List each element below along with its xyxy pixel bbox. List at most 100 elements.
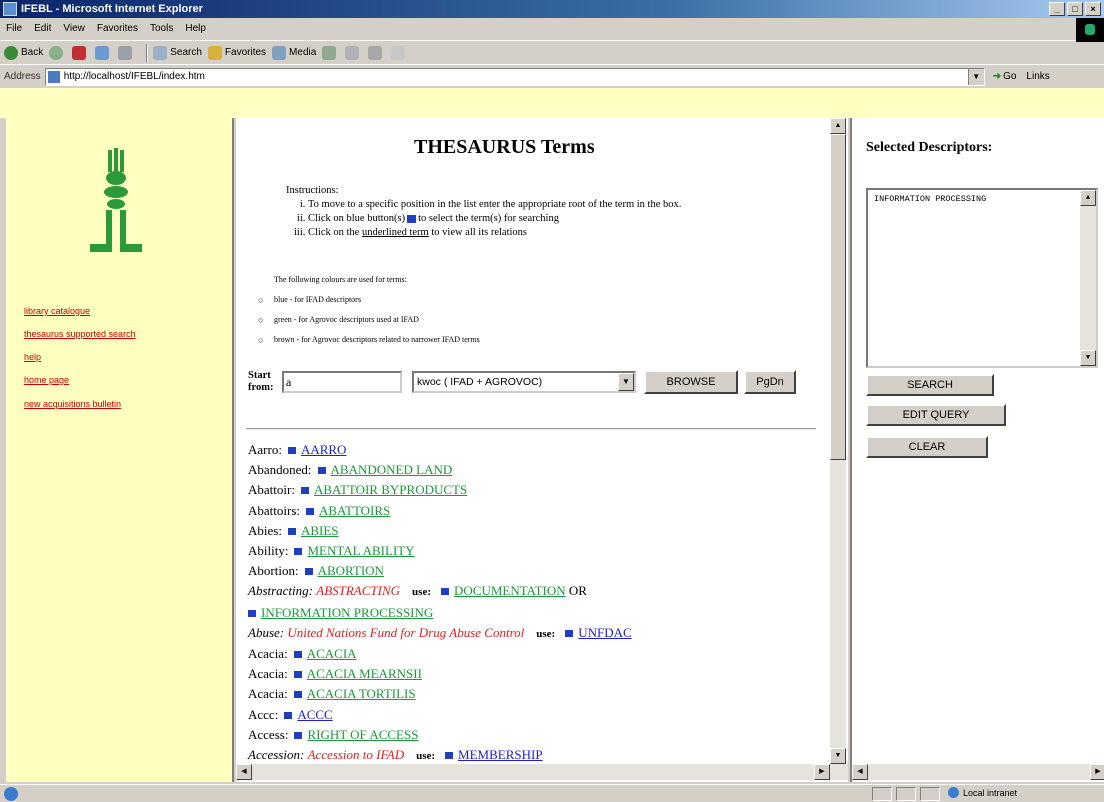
media-icon [272, 45, 287, 60]
pgdn-button[interactable]: PgDn [744, 370, 796, 394]
back-button[interactable]: Back [4, 45, 43, 60]
scroll-thumb[interactable] [830, 134, 846, 460]
address-input[interactable]: http://localhost/IFEBL/index.htm ▼ [44, 67, 985, 86]
term-link[interactable]: UNFDAC [578, 625, 631, 640]
select-term-button[interactable] [294, 731, 303, 739]
scroll-left-icon[interactable]: ◀ [852, 764, 868, 780]
edit-button[interactable] [391, 45, 408, 60]
scroll-right-icon[interactable]: ▶ [814, 764, 830, 780]
links-button[interactable]: Links [1026, 71, 1049, 82]
term-link[interactable]: MENTAL ABILITY [307, 543, 414, 558]
ifad-logo-icon [90, 148, 142, 252]
term-link[interactable]: ACCC [297, 707, 332, 722]
select-term-button[interactable] [293, 671, 302, 679]
menu-file[interactable]: File [6, 23, 22, 34]
main-vertical-scrollbar[interactable]: ▲ ▼ [830, 118, 846, 764]
select-term-button[interactable] [294, 548, 303, 556]
browse-button[interactable]: BROWSE [644, 370, 738, 394]
select-term-button[interactable] [248, 609, 256, 617]
windows-logo-icon [1076, 18, 1104, 42]
select-term-button[interactable] [287, 447, 296, 455]
search-button[interactable]: Search [153, 45, 202, 60]
stop-button[interactable] [72, 45, 89, 60]
address-bar: Address http://localhost/IFEBL/index.htm… [0, 64, 1104, 88]
scroll-down-icon[interactable]: ▼ [1080, 350, 1096, 366]
term-link[interactable]: MEMBERSHIP [458, 747, 543, 762]
address-dropdown-icon[interactable]: ▼ [967, 68, 984, 85]
refresh-button[interactable] [95, 45, 112, 60]
edit-query-button[interactable]: EDIT QUERY [866, 404, 1006, 426]
textarea-scrollbar[interactable]: ▲ ▼ [1080, 190, 1096, 366]
term-keyword: Abortion: [248, 563, 299, 579]
scroll-up-icon[interactable]: ▲ [830, 118, 846, 134]
term-link[interactable]: ABANDONED LAND [331, 462, 453, 477]
term-link[interactable]: ABORTION [318, 563, 384, 578]
select-term-button[interactable] [293, 691, 302, 699]
select-term-button[interactable] [306, 507, 314, 515]
term-link[interactable]: AARRO [301, 442, 347, 457]
term-link[interactable]: ACACIA MEARNSII [307, 666, 422, 681]
select-term-button[interactable] [565, 629, 574, 637]
index-select[interactable]: kwoc ( IFAD + AGROVOC) ▼ [412, 371, 636, 393]
term-row: Acacia: ACACIA [248, 644, 818, 664]
term-row: Aarro: AARRO [248, 440, 818, 460]
menu-view[interactable]: View [63, 23, 85, 34]
term-link[interactable]: RIGHT OF ACCESS [307, 727, 418, 742]
selected-descriptors-frame: Selected Descriptors: INFORMATION PROCES… [850, 118, 1104, 782]
minimize-button[interactable]: _ [1049, 2, 1065, 16]
ie-status-icon [4, 786, 18, 801]
stop-icon [72, 45, 87, 60]
scroll-down-icon[interactable]: ▼ [830, 748, 846, 764]
scroll-right-icon[interactable]: ▶ [1090, 764, 1104, 780]
clear-button[interactable]: CLEAR [866, 436, 988, 458]
scroll-left-icon[interactable]: ◀ [236, 764, 252, 780]
menu-favorites[interactable]: Favorites [97, 23, 138, 34]
select-term-button[interactable] [317, 467, 326, 475]
term-row: Accc: ACCC [248, 705, 818, 725]
search-button[interactable]: SEARCH [866, 374, 994, 396]
term-link[interactable]: ABATTOIRS [319, 503, 390, 518]
home-page-link[interactable]: home page [24, 375, 136, 385]
main-horizontal-scrollbar[interactable]: ◀ ▶ [236, 764, 848, 780]
new-acquisitions-link[interactable]: new acquisitions bulletin [24, 399, 136, 409]
select-term-button[interactable] [304, 568, 313, 576]
use-label: use: [536, 627, 556, 640]
go-button[interactable]: ➜ Go [993, 71, 1017, 82]
print-icon [368, 45, 383, 60]
history-button[interactable] [322, 45, 339, 60]
favorites-icon [207, 45, 222, 60]
start-from-input[interactable]: a [282, 371, 402, 393]
maximize-button[interactable]: □ [1067, 2, 1083, 16]
term-link[interactable]: DOCUMENTATION [454, 583, 566, 598]
menu-help[interactable]: Help [185, 23, 206, 34]
favorites-button[interactable]: Favorites [207, 45, 266, 60]
select-term-button[interactable] [284, 711, 293, 719]
library-catalogue-link[interactable]: library catalogue [24, 306, 136, 316]
media-button[interactable]: Media [272, 45, 316, 60]
select-term-button[interactable] [445, 752, 454, 760]
security-zone: Local intranet [948, 787, 1017, 798]
menu-tools[interactable]: Tools [150, 23, 173, 34]
select-term-button[interactable] [293, 651, 302, 659]
chevron-down-icon[interactable]: ▼ [618, 373, 634, 391]
forward-button[interactable] [49, 45, 66, 60]
select-term-button[interactable] [287, 527, 296, 535]
term-link[interactable]: ABIES [301, 523, 339, 538]
mail-button[interactable] [345, 45, 362, 60]
window-title-bar[interactable]: IFEBL - Microsoft Internet Explorer _ □ … [0, 0, 1104, 18]
term-link[interactable]: ABATTOIR BYPRODUCTS [314, 482, 467, 497]
print-button[interactable] [368, 45, 385, 60]
select-term-button[interactable] [300, 487, 309, 495]
scroll-up-icon[interactable]: ▲ [1080, 190, 1096, 206]
right-horizontal-scrollbar[interactable]: ◀ ▶ [852, 764, 1104, 780]
select-term-button[interactable] [441, 588, 449, 596]
help-link[interactable]: help [24, 352, 136, 362]
term-link[interactable]: INFORMATION PROCESSING [261, 605, 433, 620]
term-link[interactable]: ACACIA TORTILIS [307, 686, 416, 701]
close-button[interactable]: × [1085, 2, 1101, 16]
menu-edit[interactable]: Edit [34, 23, 51, 34]
term-link[interactable]: ACACIA [307, 646, 357, 661]
home-button[interactable] [118, 45, 135, 60]
selected-descriptors-textarea[interactable]: INFORMATION PROCESSING ▲ ▼ [866, 188, 1098, 368]
thesaurus-search-link[interactable]: thesaurus supported search [24, 329, 136, 339]
